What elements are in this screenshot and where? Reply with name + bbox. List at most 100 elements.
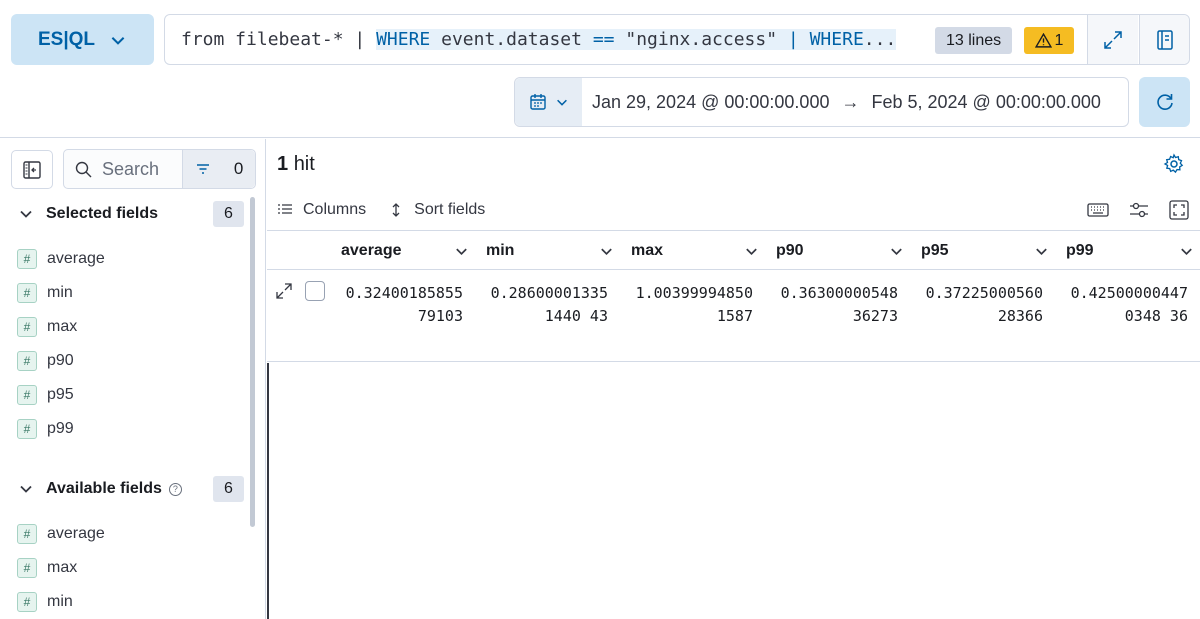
book-icon [1156, 29, 1173, 50]
selected-fields-header[interactable]: Selected fields 6 [18, 200, 244, 228]
number-type-icon: # [17, 317, 37, 337]
grid-header: average min max p90 p95 p99 [267, 230, 1200, 270]
expand-row-icon[interactable] [275, 282, 293, 300]
search-icon [75, 161, 92, 177]
available-fields-header[interactable]: Available fields ? 6 [18, 475, 244, 503]
query-operator: == [592, 29, 615, 50]
table-cell[interactable]: 0.286000013351440 43 [482, 282, 608, 328]
column-header-label: average [341, 242, 402, 259]
field-list-item[interactable]: # p95 [17, 383, 74, 407]
column-header[interactable]: p90 [776, 231, 904, 271]
field-name: min [47, 593, 73, 610]
hits-count: 1 hit [277, 153, 315, 176]
sort-icon [392, 203, 400, 217]
chevron-down-icon[interactable] [599, 244, 614, 259]
query-segment: event.dataset [430, 29, 593, 50]
language-label: ES|QL [37, 28, 96, 50]
documentation-button[interactable] [1139, 15, 1189, 64]
hits-label: hit [293, 153, 315, 175]
table-cell[interactable]: 0.3722500056028366 [917, 282, 1043, 328]
field-name: average [47, 250, 105, 267]
expand-icon [1104, 30, 1122, 49]
number-type-icon: # [17, 592, 37, 612]
chevron-down-icon[interactable] [454, 244, 469, 259]
sort-fields-button[interactable]: Sort fields [388, 201, 485, 219]
column-header[interactable]: p95 [921, 231, 1049, 271]
column-header-label: p95 [921, 242, 949, 259]
query-segment [799, 29, 810, 50]
available-fields-count: 6 [213, 476, 244, 502]
chevron-down-icon [20, 210, 32, 218]
query-keyword: WHERE [809, 29, 864, 50]
field-type-filter-button[interactable]: 0 [183, 150, 255, 188]
end-date[interactable]: Feb 5, 2024 @ 00:00:00.000 [871, 92, 1100, 113]
field-sidebar: Search 0 Selected fields 6 # average # min #… [0, 139, 266, 619]
list-icon [278, 204, 292, 214]
fullscreen-icon [1169, 200, 1189, 220]
column-header[interactable]: p99 [1066, 231, 1194, 271]
table-row[interactable]: 0.3240018585579103 0.286000013351440 43 1.… [267, 270, 1200, 362]
number-type-icon: # [17, 385, 37, 405]
sidebar-scrollbar[interactable] [250, 197, 255, 527]
quick-select-button[interactable] [515, 78, 582, 126]
field-list-item[interactable]: # average [17, 247, 105, 271]
number-type-icon: # [17, 524, 37, 544]
columns-label: Columns [303, 201, 367, 218]
number-type-icon: # [17, 558, 37, 578]
field-name: average [47, 525, 105, 542]
column-header[interactable]: average [341, 231, 469, 271]
selected-fields-count: 6 [213, 201, 244, 227]
top-bar: ES|QL from filebeat-* | WHERE event.data… [0, 0, 1200, 138]
field-list-item[interactable]: # min [17, 281, 73, 305]
results-panel: 1 hit Columns Sort fields average min max p… [267, 139, 1200, 619]
chevron-down-icon[interactable] [1179, 244, 1194, 259]
field-name: p99 [47, 420, 74, 437]
dock-left-icon [23, 160, 41, 179]
number-type-icon: # [17, 283, 37, 303]
field-list-item[interactable]: # p99 [17, 417, 74, 441]
row-checkbox[interactable] [305, 281, 325, 301]
field-name: p95 [47, 386, 74, 403]
fullscreen-button[interactable] [1167, 198, 1191, 222]
chevron-down-icon[interactable] [889, 244, 904, 259]
expand-editor-button[interactable] [1088, 15, 1138, 64]
column-header-label: max [631, 242, 664, 259]
start-date[interactable]: Jan 29, 2024 @ 00:00:00.000 [592, 92, 829, 113]
calendar-icon [529, 94, 546, 110]
columns-button[interactable]: Columns [277, 201, 366, 219]
selected-fields-title: Selected fields [46, 205, 159, 222]
chevron-down-icon[interactable] [1034, 244, 1049, 259]
chevron-down-icon[interactable] [744, 244, 759, 259]
collapse-sidebar-button[interactable] [11, 150, 53, 189]
query-editor[interactable]: from filebeat-* | WHERE event.dataset ==… [164, 14, 1190, 65]
column-header[interactable]: min [486, 231, 614, 271]
date-picker[interactable]: Jan 29, 2024 @ 00:00:00.000 → Feb 5, 202… [514, 77, 1129, 127]
lines-badge[interactable]: 13 lines [935, 27, 1013, 54]
keyboard-shortcuts-button[interactable] [1086, 198, 1110, 222]
field-list-item[interactable]: # p90 [17, 349, 74, 373]
column-header[interactable]: max [631, 231, 759, 271]
field-list-item[interactable]: # max [17, 556, 77, 580]
table-cell[interactable]: 0.3630000054836273 [772, 282, 898, 328]
table-cell[interactable]: 0.3240018585579103 [337, 282, 463, 328]
table-cell[interactable]: 1.003999948501587 [627, 282, 753, 328]
field-list-item[interactable]: # max [17, 315, 77, 339]
field-search-input[interactable]: Search [64, 150, 183, 188]
query-ellipsis: ... [863, 29, 897, 50]
chevron-down-icon [111, 36, 125, 45]
query-string: "nginx.access" [614, 29, 788, 50]
field-name: min [47, 284, 73, 301]
gear-icon[interactable] [1163, 153, 1185, 175]
display-settings-button[interactable] [1127, 198, 1151, 222]
query-text[interactable]: from filebeat-* | WHERE event.dataset ==… [181, 29, 897, 50]
language-selector-button[interactable]: ES|QL [11, 14, 154, 65]
warning-badge[interactable]: 1 [1024, 27, 1074, 54]
chevron-down-icon [20, 485, 32, 493]
field-list-item[interactable]: # min [17, 590, 73, 614]
query-segment: from filebeat-* | [181, 29, 377, 50]
table-cell[interactable]: 0.425000004470348 36 [1062, 282, 1188, 328]
field-list-item[interactable]: # average [17, 522, 105, 546]
help-icon[interactable]: ? [168, 482, 182, 496]
chevron-down-icon [556, 99, 567, 106]
refresh-button[interactable] [1139, 77, 1190, 127]
